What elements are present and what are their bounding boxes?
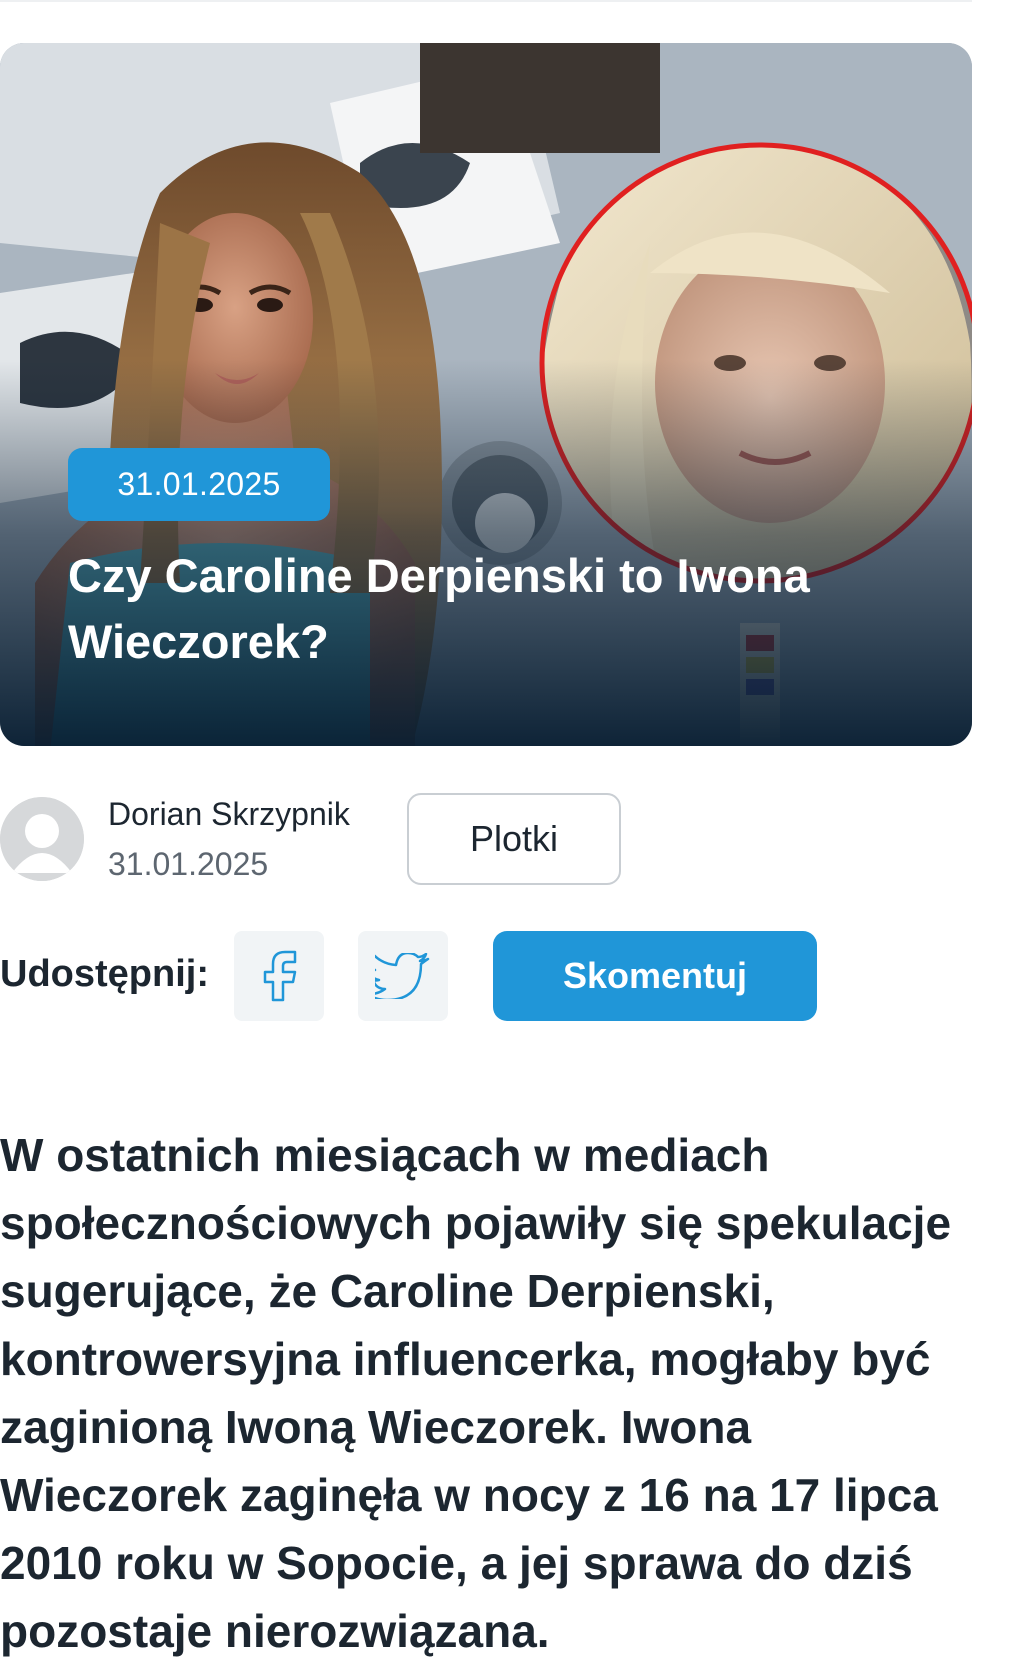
share-label: Udostępnij: — [0, 953, 209, 995]
author-name[interactable]: Dorian Skrzypnik — [108, 796, 350, 833]
top-divider — [0, 0, 972, 2]
article-title[interactable]: Czy Caroline Derpienski to Iwona Wieczor… — [68, 543, 888, 675]
article-hero[interactable]: 31.01.2025 Czy Caroline Derpienski to Iw… — [0, 43, 972, 746]
publish-date: 31.01.2025 — [108, 846, 269, 882]
facebook-icon — [263, 950, 297, 1002]
author-avatar[interactable] — [0, 797, 84, 881]
share-twitter-button[interactable] — [358, 931, 448, 1021]
article-lead: W ostatnich miesiącach w mediach społecz… — [0, 1129, 952, 1657]
user-placeholder-icon — [0, 797, 84, 881]
date-badge: 31.01.2025 — [68, 448, 330, 521]
category-button[interactable]: Plotki — [407, 793, 621, 885]
comment-button[interactable]: Skomentuj — [493, 931, 817, 1021]
share-facebook-button[interactable] — [234, 931, 324, 1021]
twitter-icon — [375, 953, 430, 999]
